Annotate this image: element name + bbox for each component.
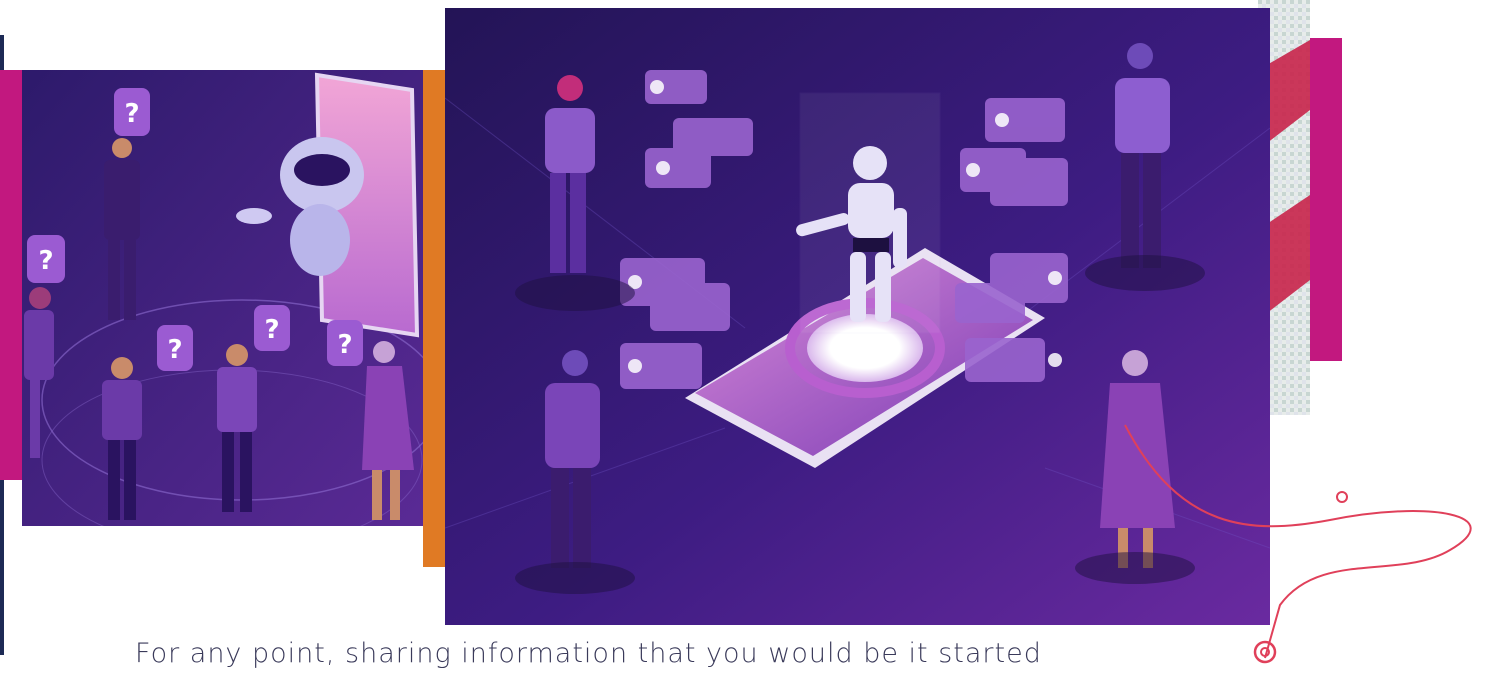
svg-text:?: ? bbox=[167, 335, 182, 365]
svg-text:?: ? bbox=[264, 315, 279, 345]
svg-text:?: ? bbox=[38, 246, 53, 276]
magenta-accent-bar-left bbox=[0, 70, 22, 480]
body-caption-text: For any point, sharing information that … bbox=[135, 638, 1042, 669]
chatbot-question-illustration: ? ? ? ? ? bbox=[22, 70, 423, 526]
svg-text:?: ? bbox=[124, 99, 139, 129]
magenta-accent-bar-right bbox=[1310, 38, 1342, 361]
svg-text:?: ? bbox=[337, 330, 352, 360]
orange-accent-bar bbox=[423, 70, 445, 567]
decorative-curve-line bbox=[1124, 424, 1472, 664]
